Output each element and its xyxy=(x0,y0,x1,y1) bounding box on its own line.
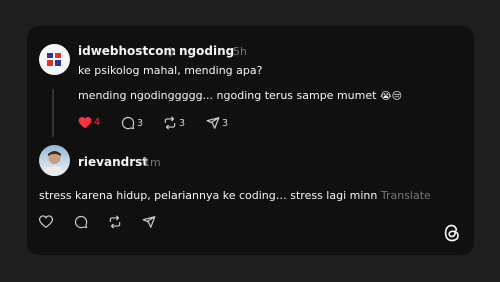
share-button[interactable]: 3 xyxy=(206,116,228,130)
send-icon xyxy=(206,117,220,129)
repost-count: 3 xyxy=(179,117,186,129)
chevron-right-icon xyxy=(169,47,175,57)
post-body: stress karena hidup, pelariannya ke codi… xyxy=(39,189,378,202)
post-author[interactable]: idwebhostcom xyxy=(78,44,176,58)
comment-icon xyxy=(74,215,88,229)
threads-card: idwebhostcom ngoding 5h ke psikolog maha… xyxy=(27,26,474,255)
heart-icon xyxy=(39,215,53,228)
like-button[interactable] xyxy=(39,215,53,228)
translate-link[interactable]: Translate xyxy=(381,189,431,202)
repost-button[interactable] xyxy=(108,215,122,229)
post-text: ke psikolog mahal, mending apa? xyxy=(78,64,263,77)
comment-button[interactable] xyxy=(74,215,88,229)
share-button[interactable] xyxy=(142,215,156,229)
post-text: stress karena hidup, pelariannya ke codi… xyxy=(39,189,431,202)
topic-link[interactable]: ngoding xyxy=(179,44,234,58)
repost-button[interactable]: 3 xyxy=(163,116,185,130)
reply-count: 3 xyxy=(137,117,144,129)
like-button[interactable]: 4 xyxy=(78,116,100,129)
avatar[interactable] xyxy=(39,44,70,75)
send-icon xyxy=(142,216,156,228)
repost-icon xyxy=(164,116,176,130)
repost-icon xyxy=(109,215,121,229)
brand-logo-icon xyxy=(47,53,61,66)
profile-photo-icon xyxy=(43,151,66,176)
post-author[interactable]: rievandrst xyxy=(78,155,148,169)
comment-button[interactable]: 3 xyxy=(121,116,143,130)
post-timestamp: 5h xyxy=(233,45,247,58)
avatar[interactable] xyxy=(39,145,70,176)
heart-icon xyxy=(78,116,92,129)
reply-text: mending ngodinggggg... ngoding terus sam… xyxy=(78,89,402,102)
comment-icon xyxy=(121,116,135,130)
thread-connector xyxy=(52,89,54,137)
reply-emojis: 😭😒 xyxy=(379,91,403,102)
share-count: 3 xyxy=(222,117,229,129)
reply-body: mending ngodinggggg... ngoding terus sam… xyxy=(78,89,377,102)
post-timestamp: 1m xyxy=(143,156,161,169)
like-count: 4 xyxy=(94,117,101,128)
threads-logo-icon[interactable] xyxy=(443,223,461,243)
